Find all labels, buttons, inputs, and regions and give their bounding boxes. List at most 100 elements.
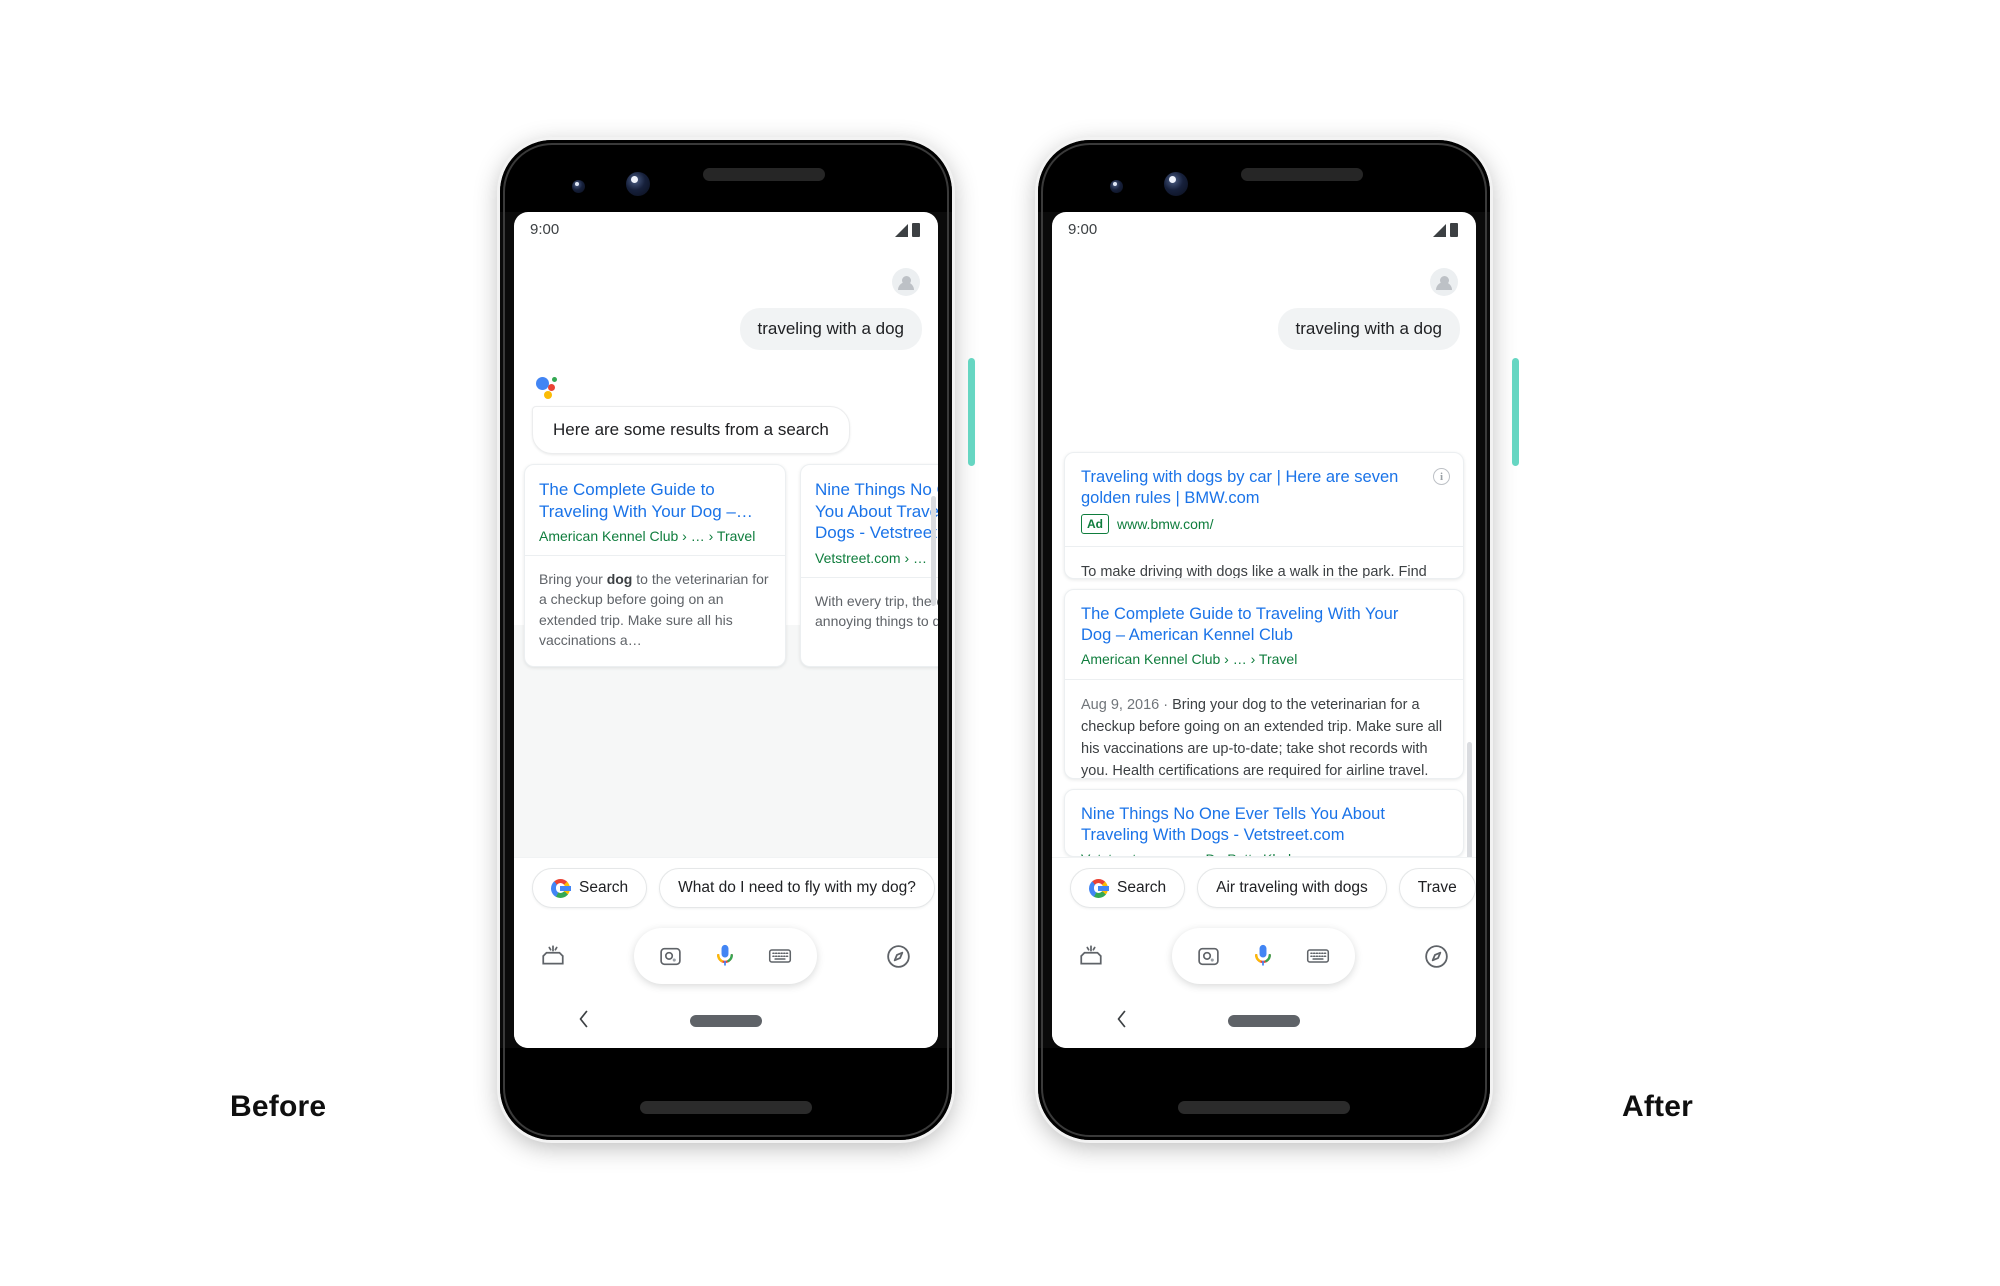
battery-icon bbox=[912, 223, 920, 237]
inbox-tray-icon[interactable] bbox=[540, 943, 566, 969]
result-card-meta: Vetstreet.com › … › Dr. Patty Khuly bbox=[1081, 851, 1447, 856]
comparison-stage: 9:00 traveling with a dog Here are some … bbox=[0, 0, 2000, 1286]
chip-search[interactable]: Search bbox=[1070, 868, 1186, 908]
phone-top-bezel bbox=[1038, 140, 1490, 212]
result-card-url: American Kennel Club › … › Travel bbox=[539, 528, 756, 545]
chip-search[interactable]: Search bbox=[532, 868, 648, 908]
conversation-area: traveling with a dog Here are some resul… bbox=[514, 246, 938, 857]
user-query-bubble: traveling with a dog bbox=[739, 308, 922, 350]
status-icons bbox=[895, 221, 920, 237]
status-bar: 9:00 bbox=[1052, 212, 1476, 246]
results-carousel[interactable]: The Complete Guide to Traveling With You… bbox=[514, 464, 938, 668]
inbox-tray-icon[interactable] bbox=[1078, 943, 1104, 969]
result-card-snippet: With every trip, there are new and annoy… bbox=[815, 592, 938, 630]
google-assistant-logo-icon bbox=[536, 376, 558, 399]
battery-icon bbox=[1450, 223, 1458, 237]
status-time: 9:00 bbox=[530, 220, 560, 238]
result-card-title[interactable]: Nine Things No One Ever Tells You About … bbox=[815, 479, 938, 544]
android-nav-bar[interactable] bbox=[1052, 994, 1476, 1048]
result-card-url: Vetstreet.com › … › Dr. Patty Khuly bbox=[1081, 851, 1298, 856]
home-pill-icon[interactable] bbox=[1228, 1015, 1300, 1027]
google-lens-icon[interactable] bbox=[1196, 944, 1221, 969]
conversation-area: traveling with a dog i Traveling with do… bbox=[1052, 246, 1476, 857]
chip-label: What do I need to fly with my dog? bbox=[678, 879, 916, 896]
result-card-head: Nine Things No One Ever Tells You About … bbox=[1065, 790, 1463, 856]
avatar[interactable] bbox=[892, 268, 920, 296]
avatar-body-icon bbox=[1436, 282, 1452, 290]
results-scrollbar[interactable] bbox=[1467, 742, 1472, 857]
phone-top-bezel bbox=[500, 140, 952, 212]
results-list[interactable]: i Traveling with dogs by car | Here are … bbox=[1064, 452, 1472, 857]
microphone-icon[interactable] bbox=[713, 943, 737, 970]
result-card-head: Traveling with dogs by car | Here are se… bbox=[1065, 453, 1463, 546]
microphone-icon[interactable] bbox=[1251, 943, 1275, 970]
result-card[interactable]: The Complete Guide to Traveling With You… bbox=[524, 464, 786, 668]
avatar[interactable] bbox=[1430, 268, 1458, 296]
home-pill-icon[interactable] bbox=[690, 1015, 762, 1027]
result-card-head: Nine Things No One Ever Tells You About … bbox=[801, 465, 938, 577]
compass-explore-icon[interactable] bbox=[1423, 943, 1450, 970]
caption-before: Before bbox=[230, 1090, 327, 1123]
snippet-pre: Bring your bbox=[539, 571, 607, 588]
status-time: 9:00 bbox=[1068, 220, 1098, 238]
google-g-icon bbox=[1089, 878, 1109, 898]
info-icon[interactable]: i bbox=[1433, 468, 1450, 485]
suggestion-chips[interactable]: Search Air traveling with dogs Trave bbox=[1052, 857, 1476, 918]
result-card[interactable]: The Complete Guide to Traveling With You… bbox=[1064, 589, 1464, 779]
phone-after: 9:00 traveling with a dog i Traveling wi… bbox=[1038, 140, 1490, 1140]
chip-label: Search bbox=[579, 879, 629, 896]
result-card-body: Aug 9, 2016 · Bring your dog to the vete… bbox=[1065, 680, 1463, 777]
assistant-reply-bubble: Here are some results from a search bbox=[532, 406, 850, 454]
phone-before-screen: 9:00 traveling with a dog Here are some … bbox=[514, 212, 938, 1048]
avatar-body-icon bbox=[898, 282, 914, 290]
result-card-body: To make driving with dogs like a walk in… bbox=[1081, 564, 1427, 580]
chip-label: Search bbox=[1117, 879, 1167, 896]
input-pill[interactable] bbox=[634, 928, 817, 984]
user-query-bubble: traveling with a dog bbox=[1277, 308, 1460, 350]
compass-explore-icon[interactable] bbox=[885, 943, 912, 970]
back-chevron-icon[interactable] bbox=[1114, 1008, 1129, 1034]
phone-bottom-bezel bbox=[1038, 1048, 1490, 1140]
chip-suggestion[interactable]: What do I need to fly with my dog? bbox=[659, 868, 935, 908]
front-camera-large-icon bbox=[1164, 172, 1188, 196]
result-card-url: Vetstreet.com › … › Dr. Patty Khuly bbox=[815, 549, 938, 566]
carousel-scrollbar[interactable] bbox=[931, 496, 936, 606]
chip-label: Trave bbox=[1417, 879, 1457, 896]
input-pill[interactable] bbox=[1172, 928, 1355, 984]
chip-suggestion[interactable]: Air traveling with dogs bbox=[1197, 868, 1387, 908]
bottom-speaker-icon bbox=[640, 1101, 812, 1114]
earpiece-speaker-icon bbox=[703, 168, 825, 181]
android-nav-bar[interactable] bbox=[514, 994, 938, 1048]
chip-suggestion[interactable]: Trave bbox=[1398, 868, 1476, 908]
keyboard-icon[interactable] bbox=[1305, 943, 1331, 969]
google-lens-icon[interactable] bbox=[658, 944, 683, 969]
result-card-title[interactable]: The Complete Guide to Traveling With You… bbox=[539, 479, 771, 522]
result-card-head: The Complete Guide to Traveling With You… bbox=[525, 465, 785, 555]
front-camera-small-icon bbox=[572, 180, 585, 193]
caption-after: After bbox=[1622, 1090, 1694, 1123]
result-card-meta: American Kennel Club › … › Travel bbox=[1081, 651, 1447, 667]
suggestion-chips[interactable]: Search What do I need to fly with my dog… bbox=[514, 857, 938, 918]
back-chevron-icon[interactable] bbox=[576, 1008, 591, 1034]
bottom-toolbar[interactable] bbox=[514, 918, 938, 994]
scroll-accent-indicator-right bbox=[1512, 358, 1519, 466]
result-card-title[interactable]: Traveling with dogs by car | Here are se… bbox=[1081, 467, 1447, 509]
result-card-ad[interactable]: i Traveling with dogs by car | Here are … bbox=[1064, 452, 1464, 580]
result-card-head: The Complete Guide to Traveling With You… bbox=[1065, 590, 1463, 679]
scroll-accent-indicator-left bbox=[968, 358, 975, 466]
signal-bars-icon bbox=[895, 224, 908, 237]
status-bar: 9:00 bbox=[514, 212, 938, 246]
result-card-title[interactable]: Nine Things No One Ever Tells You About … bbox=[1081, 804, 1447, 846]
result-card-title[interactable]: The Complete Guide to Traveling With You… bbox=[1081, 604, 1447, 646]
ad-badge: Ad bbox=[1081, 514, 1109, 535]
phone-before: 9:00 traveling with a dog Here are some … bbox=[500, 140, 952, 1140]
result-card[interactable]: Nine Things No One Ever Tells You About … bbox=[800, 464, 938, 668]
snippet-bold: dog bbox=[606, 571, 633, 588]
keyboard-icon[interactable] bbox=[767, 943, 793, 969]
bottom-toolbar[interactable] bbox=[1052, 918, 1476, 994]
status-icons bbox=[1433, 221, 1458, 237]
phone-bottom-bezel bbox=[500, 1048, 952, 1140]
result-card-url: www.bmw.com/ bbox=[1117, 516, 1214, 533]
result-card[interactable]: Nine Things No One Ever Tells You About … bbox=[1064, 788, 1464, 857]
bottom-speaker-icon bbox=[1178, 1101, 1350, 1114]
